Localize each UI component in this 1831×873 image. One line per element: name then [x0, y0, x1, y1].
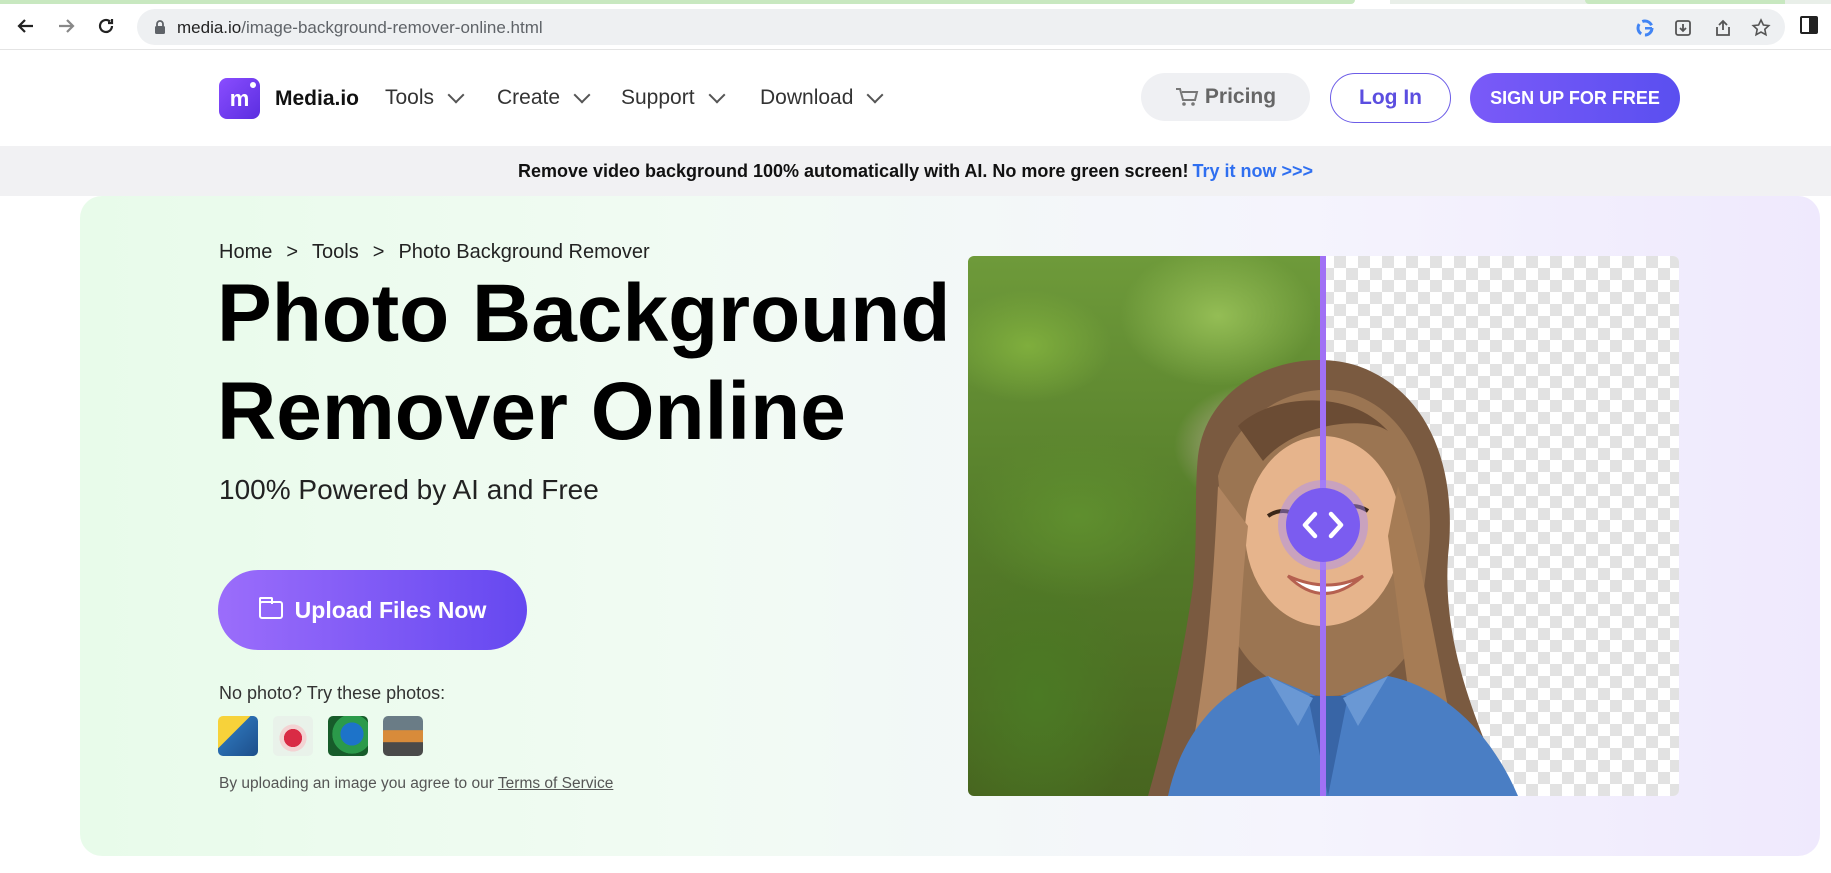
nav-download[interactable]: Download: [760, 86, 884, 110]
sample-photos-prompt: No photo? Try these photos:: [219, 683, 446, 703]
nav-tools[interactable]: Tools: [385, 86, 465, 110]
forward-button[interactable]: [52, 12, 80, 40]
sample-photo-car[interactable]: [383, 716, 423, 756]
url-path: /image-background-remover-online.html: [241, 18, 543, 37]
chevron-down-icon: [708, 86, 726, 104]
chevron-down-icon: [866, 86, 884, 104]
pricing-label: Pricing: [1204, 85, 1277, 108]
sample-photo-drink[interactable]: [273, 716, 313, 756]
back-arrow-icon: [17, 19, 33, 33]
comparison-slider-handle[interactable]: [1286, 488, 1360, 562]
nav-support-label: Support: [621, 86, 695, 109]
site-header: m Media.io Tools Create Support Download…: [0, 50, 1831, 146]
url-text: media.io/image-background-remover-online…: [177, 18, 543, 38]
side-panel-icon[interactable]: [1800, 16, 1818, 34]
nav-support[interactable]: Support: [621, 86, 726, 110]
lock-icon: [155, 20, 165, 34]
nav-create[interactable]: Create: [497, 86, 591, 110]
browser-toolbar: media.io/image-background-remover-online…: [0, 0, 1831, 50]
sample-photo-parrot[interactable]: [328, 716, 368, 756]
upload-files-button[interactable]: Upload Files Now: [218, 570, 527, 650]
announcement-text: Remove video background 100% automatical…: [517, 160, 1189, 181]
nav-create-label: Create: [497, 86, 561, 109]
reload-button[interactable]: [92, 12, 120, 40]
address-bar[interactable]: media.io/image-background-remover-online…: [137, 9, 1785, 45]
breadcrumb-separator: >: [372, 241, 385, 263]
url-host: media.io: [177, 18, 242, 37]
try-it-now-link[interactable]: Try it now >>>: [1192, 161, 1313, 182]
loading-bar-segment: [1585, 0, 1785, 4]
login-button[interactable]: Log In: [1330, 73, 1451, 123]
breadcrumb-current: Photo Background Remover: [398, 241, 650, 263]
page-title: Photo Background Remover Online: [217, 265, 977, 461]
nav-tools-label: Tools: [385, 86, 435, 109]
google-icon[interactable]: [1634, 17, 1656, 39]
breadcrumb-tools[interactable]: Tools: [312, 241, 359, 264]
page-title-line-1: Photo Background: [217, 268, 951, 359]
signup-button[interactable]: SIGN UP FOR FREE: [1470, 73, 1680, 123]
share-icon[interactable]: [1712, 17, 1734, 39]
breadcrumb: Home > Tools > Photo Background Remover: [219, 241, 650, 264]
back-button[interactable]: [12, 12, 40, 40]
pricing-button[interactable]: Pricing: [1141, 73, 1310, 121]
sample-photos: [218, 716, 423, 756]
install-icon[interactable]: [1672, 17, 1694, 39]
page-subtitle: 100% Powered by AI and Free: [219, 474, 599, 505]
terms-notice: By uploading an image you agree to our T…: [219, 775, 613, 793]
logo-dot: [250, 82, 256, 88]
breadcrumb-separator: >: [286, 241, 299, 263]
terms-prefix: By uploading an image you agree to our: [219, 775, 494, 792]
upload-files-label: Upload Files Now: [294, 596, 487, 623]
loading-bar: [0, 0, 1355, 4]
cart-icon: [1175, 88, 1199, 106]
announcement-bar: Remove video background 100% automatical…: [0, 146, 1831, 196]
before-after-comparison: [968, 256, 1679, 796]
chevron-down-icon: [447, 86, 465, 104]
media-io-logo[interactable]: m: [219, 78, 260, 119]
code-arrows-icon: [1302, 511, 1344, 539]
nav-download-label: Download: [760, 86, 854, 109]
reload-icon: [98, 18, 114, 34]
folder-icon: [258, 597, 283, 619]
page-title-line-2: Remover Online: [217, 366, 846, 457]
terms-of-service-link[interactable]: Terms of Service: [498, 775, 613, 792]
bookmark-star-icon[interactable]: [1750, 17, 1772, 39]
breadcrumb-home[interactable]: Home: [219, 241, 272, 264]
sample-photo-person[interactable]: [218, 716, 258, 756]
chevron-down-icon: [573, 86, 591, 104]
brand-name[interactable]: Media.io: [275, 87, 359, 111]
forward-arrow-icon: [59, 19, 75, 33]
